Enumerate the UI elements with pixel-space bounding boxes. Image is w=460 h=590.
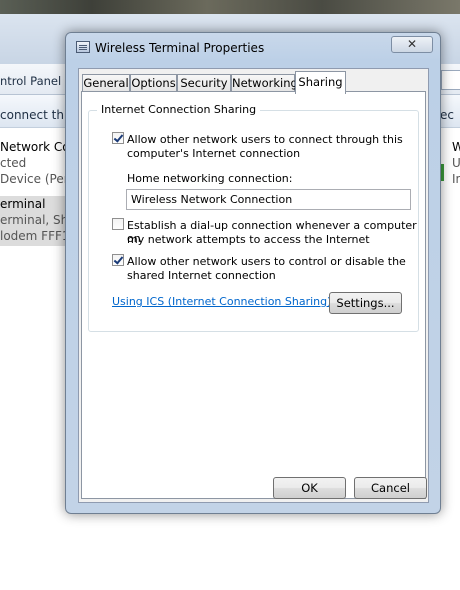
allow-connect-label-line2: computer's Internet connection	[127, 147, 301, 160]
network-icon	[76, 41, 90, 53]
connection-name[interactable]: W	[452, 140, 460, 154]
tab-sharing[interactable]: Sharing	[295, 71, 346, 94]
allow-connect-checkbox[interactable]	[112, 132, 124, 144]
search-box[interactable]	[441, 70, 460, 90]
allow-connect-label-line1: Allow other network users to connect thr…	[127, 133, 403, 146]
ok-button[interactable]: OK	[273, 477, 346, 499]
sharing-panel: Internet Connection Sharing Allow other …	[81, 91, 426, 499]
toolbar-task-connect[interactable]: connect this	[0, 108, 74, 122]
connection-name: erminal	[0, 197, 46, 211]
dialup-checkbox[interactable]	[112, 218, 124, 230]
settings-button[interactable]: Settings...	[329, 292, 402, 314]
ics-help-link[interactable]: Using ICS (Internet Connection Sharing)	[112, 295, 331, 308]
connection-device: lodem FFF1	[0, 229, 70, 243]
home-connection-label: Home networking connection:	[127, 172, 293, 185]
allow-control-checkbox[interactable]	[112, 254, 124, 266]
connection-name: Network Co	[0, 140, 70, 154]
dialog-title: Wireless Terminal Properties	[95, 41, 265, 55]
connection-device: In	[452, 172, 460, 186]
allow-control-label-line2: shared Internet connection	[127, 269, 276, 282]
desktop-wallpaper	[0, 0, 460, 14]
connection-status: U	[452, 156, 460, 170]
ics-group-legend: Internet Connection Sharing	[97, 103, 261, 116]
dialup-label-line2: my network attempts to access the Intern…	[127, 233, 370, 246]
cancel-button[interactable]: Cancel	[354, 477, 427, 499]
breadcrumb[interactable]: ntrol Panel	[0, 74, 61, 88]
toolbar-task-right[interactable]: ec	[440, 108, 454, 122]
dialog-client-area: General Options Security Networking Shar…	[78, 68, 429, 503]
connection-status: cted	[0, 156, 27, 170]
home-connection-field[interactable]: Wireless Network Connection	[126, 189, 411, 210]
close-button[interactable]: ✕	[391, 36, 433, 53]
allow-control-label-line1: Allow other network users to control or …	[127, 255, 406, 268]
properties-dialog: Wireless Terminal Properties ✕ General O…	[65, 32, 441, 514]
close-icon: ✕	[406, 37, 418, 51]
